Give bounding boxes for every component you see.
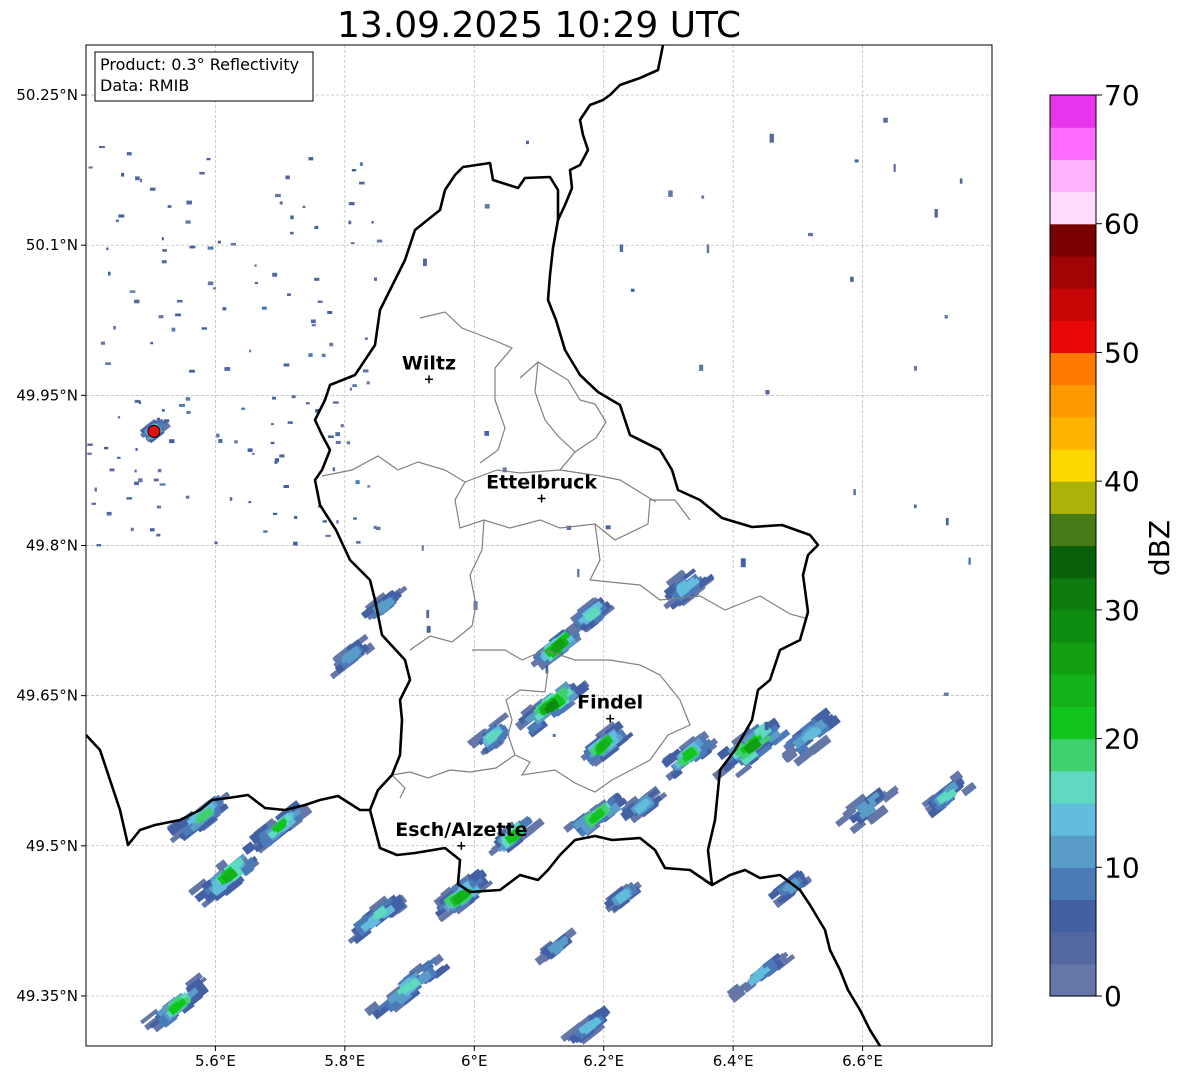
echo-cell [329, 633, 376, 680]
city-markers: Wiltz Ettelbruck Findel Esch/Alzette [395, 352, 643, 850]
x-tick-label: 6.6°E [842, 1052, 883, 1070]
echo-cell [364, 953, 451, 1020]
echo-cell [835, 785, 899, 835]
x-tick-label: 5.8°E [324, 1052, 365, 1070]
x-tick-label: 6.4°E [713, 1052, 754, 1070]
france-border-west [86, 734, 370, 847]
echo-cell [620, 785, 668, 824]
reflectivity-echoes [87, 117, 977, 1045]
echo-cell [560, 1005, 611, 1045]
echo-cell [661, 730, 719, 782]
city-marker: Findel [577, 692, 643, 723]
canton-borders [321, 311, 806, 799]
echo-cell [467, 711, 510, 756]
canton-border-south [391, 754, 613, 793]
echo-cell [566, 596, 616, 636]
radar-site-marker [147, 424, 161, 438]
city-label: Ettelbruck [486, 471, 597, 493]
echo-cell [921, 770, 977, 819]
city-label: Findel [577, 692, 643, 714]
echo-cell [781, 707, 841, 767]
x-axis-ticks: 5.6°E 5.8°E 6°E 6.2°E 6.4°E 6.6°E [195, 1046, 883, 1070]
canton-border-grevenmacher [589, 523, 806, 619]
x-tick-label: 6°E [461, 1052, 488, 1070]
echo-cell [534, 927, 577, 966]
france-germany-border [711, 868, 882, 1046]
echo-cell [663, 568, 715, 610]
echo-cell [140, 972, 209, 1033]
canton-border-center [409, 519, 485, 651]
info-box: Product: 0.3° Reflectivity Data: RMIB [94, 51, 314, 102]
city-label: Wiltz [402, 352, 456, 374]
radar-site [147, 424, 161, 438]
y-tick-label: 49.35°N [16, 987, 78, 1005]
y-tick-label: 49.95°N [16, 386, 78, 404]
radar-map: WiltzEttelbruckFindelEsch/Alzette 5.6°E 5… [16, 44, 993, 1070]
echo-cell [433, 868, 494, 923]
y-tick-label: 49.8°N [26, 537, 78, 555]
city-marker: Wiltz [402, 352, 456, 384]
weak-echo-speckles [87, 117, 971, 743]
city-label: Esch/Alzette [395, 819, 527, 841]
canton-border-west [391, 774, 406, 799]
canton-border-mid [534, 361, 576, 453]
x-tick-label: 5.6°E [195, 1052, 236, 1070]
echo-cell [580, 720, 634, 768]
canton-border-clervaux [519, 361, 607, 471]
city-marker: Ettelbruck [486, 471, 597, 503]
y-tick-label: 49.5°N [26, 837, 78, 855]
x-tick-label: 6.2°E [583, 1052, 624, 1070]
y-axis-ticks: 50.25°N 50.1°N 49.95°N 49.8°N 49.65°N 49.5°N 4… [16, 86, 86, 1005]
echo-cell [360, 585, 408, 621]
echo-cell [712, 717, 791, 781]
y-tick-label: 50.25°N [16, 86, 78, 104]
y-tick-label: 50.1°N [26, 236, 78, 254]
echo-cell [603, 881, 642, 914]
echo-cell [726, 951, 796, 1003]
echo-cell [563, 792, 628, 838]
germany-border-east [556, 45, 665, 221]
info-data-text: Data: RMIB [100, 76, 189, 95]
y-tick-label: 49.65°N [16, 687, 78, 705]
info-product-text: Product: 0.3° Reflectivity [100, 55, 299, 74]
echo-cell [347, 893, 408, 945]
echo-cell [188, 839, 262, 909]
canton-border-wiltz [419, 311, 513, 464]
